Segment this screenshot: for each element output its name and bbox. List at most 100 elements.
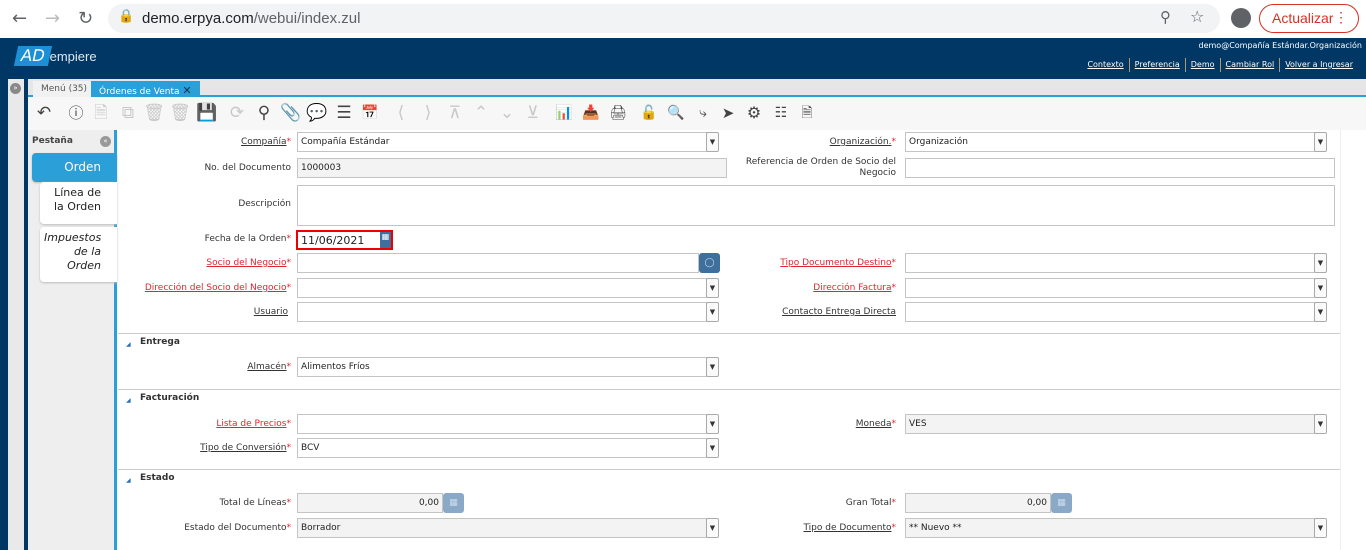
section-collapse-icon[interactable]: ◢ [126, 477, 131, 484]
section-collapse-icon[interactable]: ◢ [126, 341, 131, 348]
close-icon[interactable]: ✕ [182, 84, 191, 97]
org-field[interactable]: Organización [905, 132, 1315, 152]
date-field[interactable]: 11/06/2021 [296, 230, 393, 250]
parent-icon[interactable]: ⌃ [470, 103, 492, 123]
process-gear-icon[interactable]: ⚙ [743, 103, 765, 123]
report-view-icon[interactable]: 🗎 [796, 103, 818, 123]
currency-dropdown-icon[interactable]: ▼ [1314, 414, 1327, 434]
calculator-icon[interactable]: ▦ [443, 493, 464, 513]
find-icon[interactable]: ⚲ [253, 103, 275, 123]
convtype-field[interactable]: BCV [297, 438, 707, 458]
back-icon[interactable]: ← [12, 8, 27, 29]
docstatus-field[interactable]: Borrador [297, 518, 707, 538]
bp-field[interactable] [297, 253, 699, 273]
workflow-icon[interactable]: ⤷ [692, 103, 714, 123]
delete-selected-icon[interactable]: 🗑 [169, 103, 191, 123]
link-demo[interactable]: Demo [1184, 58, 1220, 72]
detail-icon[interactable]: ⌄ [496, 103, 518, 123]
next-icon[interactable]: ⟩ [417, 103, 439, 123]
bploc-field[interactable] [297, 278, 707, 298]
zoom-icon[interactable]: ⚲ [1160, 8, 1171, 26]
pricelist-dropdown-icon[interactable]: ▼ [706, 414, 719, 434]
chat-icon[interactable]: 💬 [306, 103, 328, 123]
doctype-field[interactable]: ** Nuevo ** [905, 518, 1315, 538]
section-collapse-icon[interactable]: ◢ [126, 397, 131, 404]
update-label: Actualizar [1272, 10, 1334, 26]
forward-icon[interactable]: → [45, 8, 60, 29]
address-bar[interactable]: 🔒 demo.erpya.com/webui/index.zul ⚲ ☆ [108, 4, 1220, 33]
last-record-icon[interactable]: ⊻ [522, 103, 544, 123]
company-field[interactable]: Compañía Estándar [297, 132, 707, 152]
new-icon[interactable]: 🗎 [90, 103, 112, 123]
collapse-icon[interactable]: « [100, 136, 111, 147]
lock-record-icon[interactable]: 🔓 [638, 103, 660, 123]
link-volver-a-ingresar[interactable]: Volver a Ingresar [1279, 58, 1358, 72]
link-preferencia[interactable]: Preferencia [1128, 58, 1185, 72]
calculator-icon[interactable]: ▦ [1051, 493, 1072, 513]
star-icon[interactable]: ☆ [1190, 7, 1204, 26]
pricelist-field[interactable] [297, 414, 707, 434]
help-icon[interactable]: ⓘ [65, 103, 87, 123]
section-facturacion-title[interactable]: Facturación [140, 393, 199, 403]
side-tab-linea[interactable]: Línea de la Orden [40, 182, 117, 224]
print-icon[interactable]: 🖨 [607, 103, 629, 123]
grid-toggle-icon[interactable]: ☰ [333, 103, 355, 123]
billloc-dropdown-icon[interactable]: ▼ [1314, 278, 1327, 298]
side-tab-orden[interactable]: Orden [32, 153, 117, 182]
update-button[interactable]: Actualizar ⋮ [1259, 4, 1359, 33]
user-context: demo@Compañía Estándar.Organización [1198, 41, 1363, 50]
doctype-dropdown-icon[interactable]: ▼ [1314, 518, 1327, 538]
delete-icon[interactable]: 🗑 [143, 103, 165, 123]
section-entrega-title[interactable]: Entrega [140, 337, 180, 347]
scrollbar[interactable] [1340, 130, 1366, 550]
tab-ordenes-de-venta[interactable]: Órdenes de Venta ✕ [91, 81, 200, 97]
doctypetarget-dropdown-icon[interactable]: ▼ [1314, 253, 1327, 273]
undo-icon[interactable]: ↶ [33, 103, 55, 123]
attachment-icon[interactable]: 📎 [280, 103, 302, 123]
tab-panel: Pestaña « Orden Línea de la Orden Impues… [28, 130, 117, 550]
logo-text: empiere [49, 49, 97, 64]
refresh-icon[interactable]: ⟳ [226, 103, 248, 123]
side-tab-impuestos[interactable]: Impuestos de la Orden [40, 227, 117, 282]
history-calendar-icon[interactable]: 📅 [359, 103, 381, 123]
profile-avatar[interactable] [1231, 8, 1251, 28]
warehouse-field[interactable]: Alimentos Fríos [297, 357, 707, 377]
link-cambiar-rol[interactable]: Cambiar Rol [1219, 58, 1280, 72]
user-dropdown-icon[interactable]: ▼ [706, 302, 719, 322]
archive-icon[interactable]: 📥 [580, 103, 602, 123]
save-icon[interactable]: 💾 [196, 103, 218, 123]
company-dropdown-icon[interactable]: ▼ [706, 132, 719, 152]
currency-field[interactable]: VES [905, 414, 1315, 434]
zoom-across-icon[interactable]: 🔍 [665, 103, 687, 123]
docstatus-dropdown-icon[interactable]: ▼ [706, 518, 719, 538]
reload-icon[interactable]: ↻ [78, 8, 93, 29]
grandtotal-field[interactable]: 0,00 [905, 493, 1051, 513]
warehouse-dropdown-icon[interactable]: ▼ [706, 357, 719, 377]
calendar-icon[interactable]: ▦ [380, 232, 391, 248]
link-contexto[interactable]: Contexto [1082, 58, 1128, 72]
report-icon[interactable]: 📊 [553, 103, 575, 123]
doctypetarget-field[interactable] [905, 253, 1315, 273]
tab-menu[interactable]: Menú (35) [33, 81, 96, 97]
desc-label: Descripción [238, 199, 291, 209]
billloc-field[interactable] [905, 278, 1315, 298]
convtype-dropdown-icon[interactable]: ▼ [706, 438, 719, 458]
org-dropdown-icon[interactable]: ▼ [1314, 132, 1327, 152]
product-info-icon[interactable]: ☷ [770, 103, 792, 123]
bploc-dropdown-icon[interactable]: ▼ [706, 278, 719, 298]
bporef-field[interactable] [905, 158, 1335, 178]
section-estado-title[interactable]: Estado [140, 473, 175, 483]
dropship-field[interactable] [905, 302, 1315, 322]
docno-field[interactable]: 1000003 [297, 158, 727, 178]
expand-menu-icon[interactable]: » [10, 83, 21, 94]
org-label: Organización.* [829, 137, 896, 147]
copy-icon[interactable]: ⧉ [117, 103, 139, 123]
bp-search-button[interactable]: ◯ [699, 253, 720, 273]
dropship-dropdown-icon[interactable]: ▼ [1314, 302, 1327, 322]
previous-icon[interactable]: ⟨ [390, 103, 412, 123]
totallines-field[interactable]: 0,00 [297, 493, 443, 513]
first-record-icon[interactable]: ⊼ [444, 103, 466, 123]
request-send-icon[interactable]: ➤ [717, 103, 739, 123]
desc-textarea[interactable] [297, 185, 1335, 226]
user-field[interactable] [297, 302, 707, 322]
